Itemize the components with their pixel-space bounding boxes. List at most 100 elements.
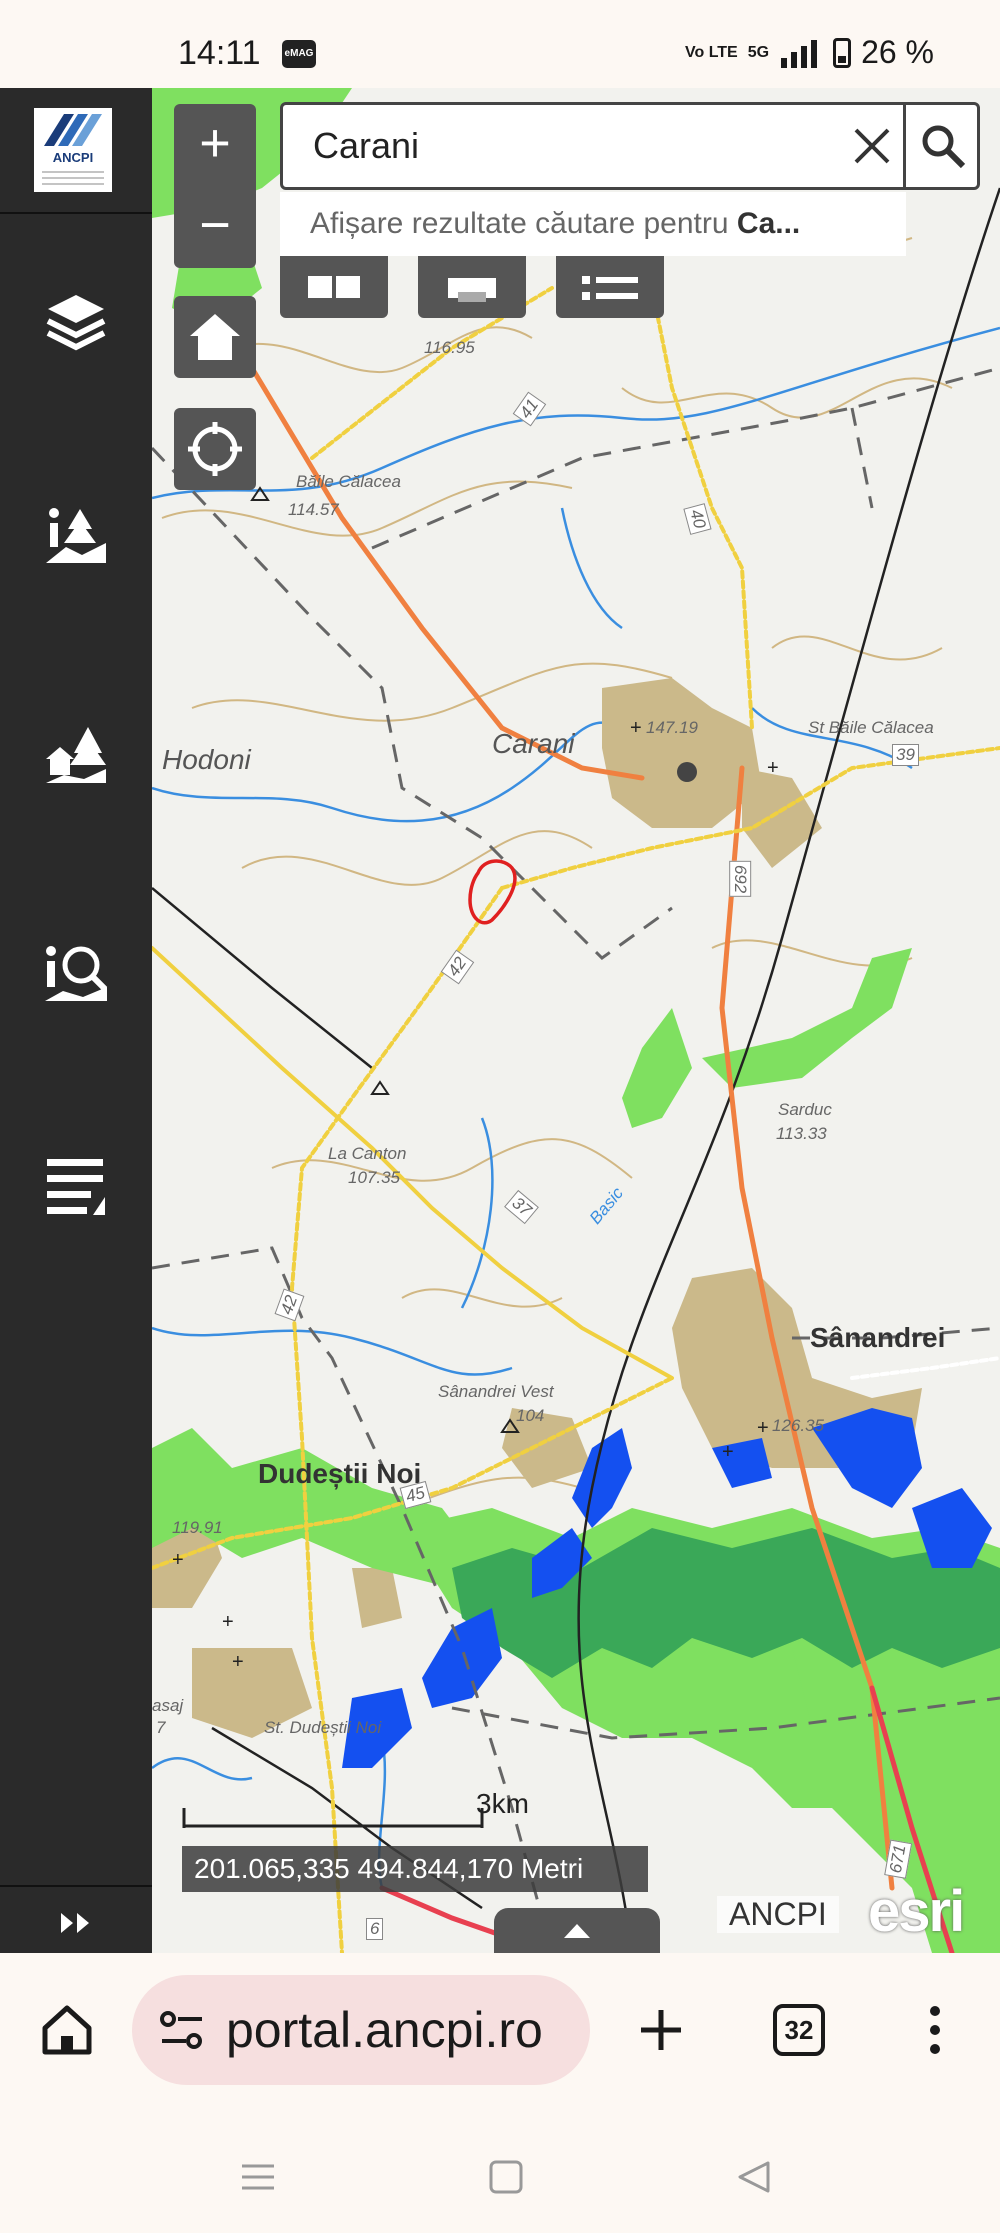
basemap-gallery-button[interactable] <box>280 256 388 318</box>
list-bullets-icon <box>582 276 638 300</box>
buildings-icon <box>46 727 106 783</box>
search-suggestion[interactable]: Afișare rezultate căutare pentru Ca... <box>280 192 906 256</box>
place-la-canton: La Canton <box>328 1144 407 1163</box>
menu-lines-icon <box>242 2164 274 2190</box>
sidebar-item-search-info[interactable] <box>26 928 126 1018</box>
place-sanandrei-vest: Sânandrei Vest <box>438 1382 554 1401</box>
tab-count: 32 <box>773 2004 825 2056</box>
zoom-out-button[interactable]: − <box>174 186 256 268</box>
home-button[interactable] <box>174 296 256 378</box>
suggestion-prefix: Afișare rezultate căutare pentru <box>310 207 737 240</box>
place-sanandrei: Sânandrei <box>810 1322 946 1353</box>
esri-logo: esri <box>868 1879 965 1944</box>
network-5g-indicator: 5G <box>747 43 770 61</box>
emag-notification-icon: eMAG <box>282 40 316 68</box>
home-browser-button[interactable] <box>12 1975 122 2085</box>
status-bar: 14:11 eMAG Vo LTE 5G 26 % <box>0 0 1000 88</box>
place-baile-calacea: Băile Călacea <box>296 472 401 491</box>
svg-text:+: + <box>757 1417 769 1439</box>
zoom-control: + − <box>174 104 256 268</box>
sidebar-item-layers[interactable] <box>26 276 126 366</box>
url-text: portal.ancpi.ro <box>226 2002 543 2058</box>
new-tab-button[interactable] <box>606 1975 716 2085</box>
address-bar[interactable]: portal.ancpi.ro <box>132 1975 590 2085</box>
search-box <box>280 102 980 190</box>
square-home-icon <box>489 2160 523 2194</box>
sidebar-item-land-info[interactable] <box>26 490 126 580</box>
plus-icon <box>641 2010 681 2050</box>
site-settings-icon <box>160 2011 202 2049</box>
home-outline-icon <box>42 2005 92 2055</box>
home-icon <box>190 314 240 360</box>
place-st-baile-calacea: St Băile Călacea <box>808 718 934 737</box>
elevation-carani: 147.19 <box>646 718 698 737</box>
svg-text:+: + <box>767 757 779 779</box>
browser-toolbar: portal.ancpi.ro 32 <box>0 1953 1000 2113</box>
road-number-label: 39 <box>892 744 919 766</box>
chevron-up-icon <box>564 1923 590 1938</box>
user-drawn-circle-marker <box>468 859 517 925</box>
place-asaj-number: 7 <box>156 1718 166 1737</box>
place-dudestii-noi: Dudeștii Noi <box>258 1458 422 1489</box>
home-nav-button[interactable] <box>466 2137 546 2217</box>
double-chevron-right-icon <box>61 1913 89 1933</box>
scale-bar <box>182 1808 484 1828</box>
clear-search-button[interactable] <box>839 105 905 187</box>
scale-label: 3km <box>476 1788 529 1819</box>
basemap-grid-icon <box>308 276 360 298</box>
elevation-sanandrei: 126.35 <box>772 1416 824 1435</box>
status-time: 14:11 <box>178 34 261 72</box>
bottom-panel-toggle[interactable] <box>494 1908 660 1953</box>
status-indicators: Vo LTE 5G 26 % <box>685 34 934 71</box>
place-sarduc: Sarduc <box>778 1100 832 1119</box>
topographic-basemap: + + + + + + + <box>152 88 1000 1953</box>
svg-text:+: + <box>722 1441 734 1463</box>
sidebar-item-buildings[interactable] <box>26 710 126 800</box>
info-land-icon <box>46 508 106 563</box>
map-canvas[interactable]: + + + + + + + Carani Hodoni Băile Călace… <box>152 88 1000 1953</box>
close-icon <box>854 128 890 164</box>
elevation-sarduc: 113.33 <box>776 1124 827 1143</box>
locate-crosshair-icon <box>188 422 242 476</box>
svg-text:+: + <box>172 1549 184 1571</box>
sidebar: ANCPI <box>0 88 152 1953</box>
svg-text:+: + <box>630 717 642 739</box>
more-vertical-icon <box>930 2006 940 2054</box>
print-icon <box>448 278 496 302</box>
map-attribution: ANCPI <box>717 1896 839 1933</box>
list-icon <box>47 1159 105 1215</box>
back-nav-button[interactable] <box>714 2137 794 2217</box>
coordinate-readout: 201.065,335 494.844,170 Metri <box>182 1846 648 1892</box>
print-button[interactable] <box>418 256 526 318</box>
place-asaj: asaj <box>152 1696 184 1715</box>
sidebar-divider <box>0 212 152 214</box>
place-st-dudestii-noi: St. Dudeștii Noi <box>264 1718 382 1737</box>
legend-list-button[interactable] <box>556 256 664 318</box>
zoom-in-button[interactable]: + <box>174 104 256 186</box>
tab-switcher-button[interactable]: 32 <box>744 1975 854 2085</box>
search-button[interactable] <box>906 105 980 187</box>
recent-apps-button[interactable] <box>218 2137 298 2217</box>
suggestion-term: Ca... <box>736 207 801 240</box>
locate-button[interactable] <box>174 408 256 490</box>
map-app: ANCPI + + + + + + + Carani Hodoni Băile … <box>0 88 1000 1953</box>
logo-text: ANCPI <box>52 150 94 165</box>
elevation-la-canton: 107.35 <box>348 1168 400 1187</box>
carani-center-marker <box>677 762 697 782</box>
search-input[interactable] <box>313 105 833 187</box>
sidebar-item-legend[interactable] <box>26 1140 126 1230</box>
sidebar-divider <box>0 1885 152 1887</box>
svg-text:+: + <box>232 1651 244 1673</box>
layers-icon <box>46 295 106 351</box>
browser-menu-button[interactable] <box>880 1975 990 2085</box>
sidebar-expand-button[interactable] <box>0 1893 152 1953</box>
elevation-top: 116.95 <box>424 338 475 357</box>
back-triangle-icon <box>738 2161 770 2193</box>
search-icon <box>922 125 966 169</box>
road-number-label: 692 <box>729 860 752 898</box>
info-search-icon <box>45 946 108 1001</box>
system-navigation-bar <box>0 2113 1000 2233</box>
svg-text:+: + <box>222 1611 234 1633</box>
elevation-baile-calacea: 114.57 <box>288 500 339 519</box>
battery-percent: 26 % <box>861 34 934 70</box>
